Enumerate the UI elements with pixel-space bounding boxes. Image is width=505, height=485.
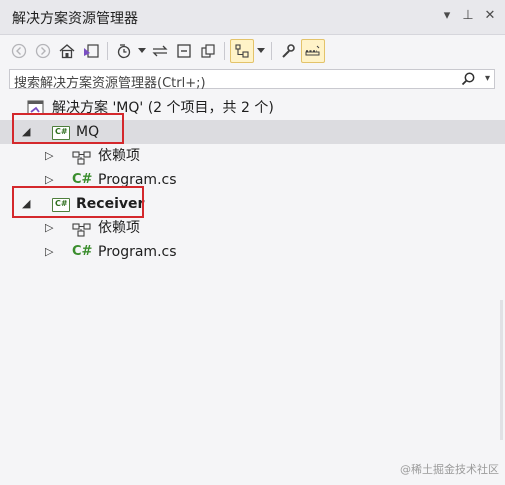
switch-views-icon[interactable] [80,40,102,62]
tree-item-dependencies[interactable]: ▷ 依赖项 [0,144,505,168]
search-box[interactable]: 搜索解决方案资源管理器(Ctrl+;) ▾ [9,69,495,91]
pending-changes-icon[interactable] [113,40,135,62]
window-position-dropdown-icon[interactable]: ▾ [437,6,457,26]
watermark: @稀土掘金技术社区 [400,463,499,476]
expand-arrow-icon[interactable]: ▷ [45,216,53,240]
expand-arrow-icon[interactable]: ▷ [45,144,53,168]
toolbar [8,36,505,66]
close-icon[interactable]: ✕ [480,6,500,26]
search-icon[interactable] [460,71,476,87]
dropdown-icon[interactable] [137,40,147,62]
preview-icon[interactable] [301,39,325,63]
title-bar: 解决方案资源管理器 ▾ ⊥ ✕ [0,0,505,35]
tree-item-dependencies[interactable]: ▷ 依赖项 [0,216,505,240]
show-all-files-icon[interactable] [197,40,219,62]
forward-icon[interactable] [32,40,54,62]
tree-item-file[interactable]: ▷ C# Program.cs [0,240,505,264]
expand-arrow-icon[interactable]: ▷ [45,240,53,264]
toolbar-separator [224,42,225,60]
preview-selected-icon[interactable] [230,39,254,63]
csharp-file-icon: C# [72,244,93,259]
back-icon[interactable] [8,40,30,62]
tree-item-label: 依赖项 [98,220,140,236]
tree-item-label: 依赖项 [98,148,140,164]
toolbar-separator [271,42,272,60]
home-icon[interactable] [56,40,78,62]
annotation-box [12,186,144,218]
annotation-box [12,113,124,144]
dropdown-icon[interactable] [256,40,266,62]
auto-hide-pin-icon[interactable]: ⊥ [458,6,478,26]
sync-icon[interactable] [149,40,171,62]
properties-icon[interactable] [277,40,299,62]
search-input[interactable]: 搜索解决方案资源管理器(Ctrl+;) [14,72,206,91]
scrollbar[interactable] [500,300,503,440]
window-title: 解决方案资源管理器 [12,11,138,27]
collapse-all-icon[interactable] [173,40,195,62]
search-options-dropdown-icon[interactable]: ▾ [485,73,490,84]
tree-item-label: Program.cs [98,244,177,260]
toolbar-separator [107,42,108,60]
